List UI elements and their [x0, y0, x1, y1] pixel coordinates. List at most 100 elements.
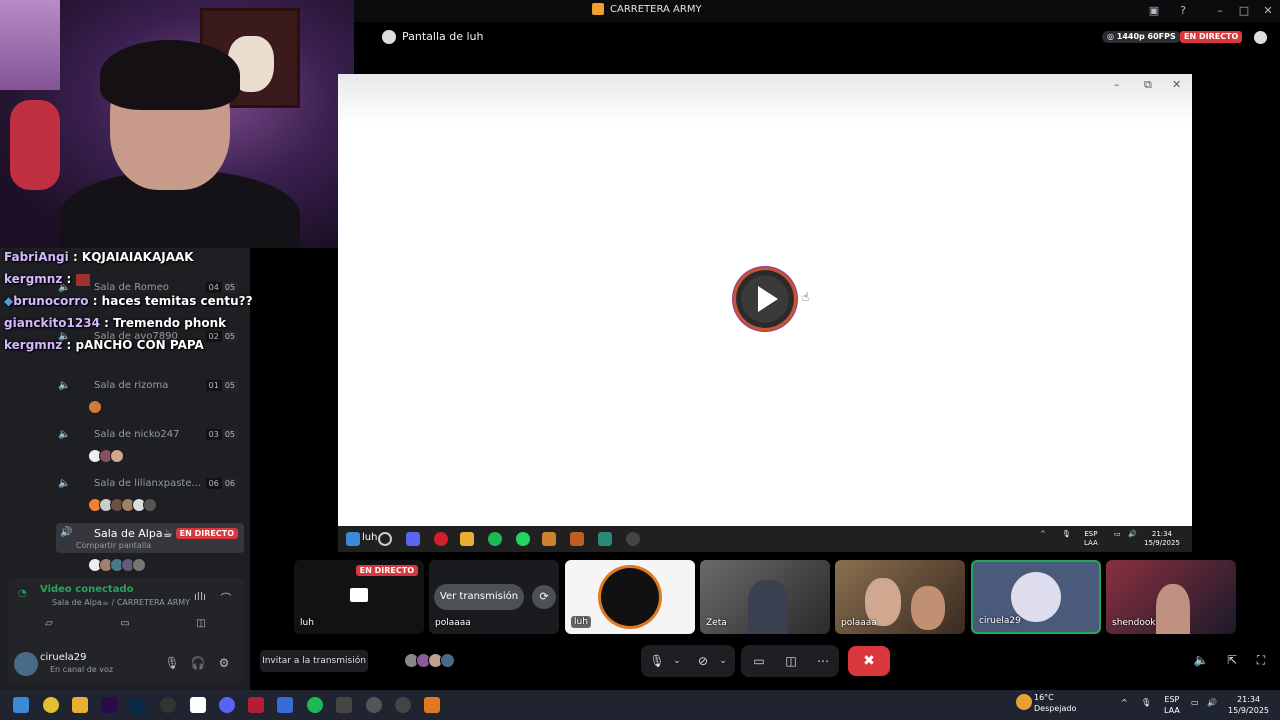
- app-icon[interactable]: [277, 697, 293, 713]
- camera-off-icon[interactable]: ⊘: [695, 653, 711, 669]
- spotify-icon[interactable]: [307, 697, 323, 713]
- weather-icon[interactable]: [1016, 694, 1032, 710]
- close-button[interactable]: ✕: [1260, 3, 1276, 19]
- weather-widget[interactable]: 16°C Despejado: [1034, 692, 1076, 714]
- activity-icon[interactable]: ◫: [783, 653, 799, 669]
- participant-tile[interactable]: EN DIRECTO luh: [294, 560, 424, 634]
- channel-members: [88, 558, 146, 574]
- participant-tile[interactable]: shendook: [1106, 560, 1236, 634]
- remote-player-icon: [626, 532, 640, 546]
- microphone-icon[interactable]: 🎙: [649, 653, 665, 669]
- voice-status[interactable]: Video conectado: [40, 584, 133, 595]
- clock[interactable]: 21:34 15/9/2025: [1228, 694, 1269, 716]
- vlc-icon[interactable]: [424, 697, 440, 713]
- participant-tile[interactable]: ciruela29: [971, 560, 1101, 634]
- avatar[interactable]: [110, 449, 124, 463]
- live-badge: EN DIRECTO: [175, 528, 238, 539]
- viewer-avatars[interactable]: [404, 653, 455, 668]
- noise-suppression-icon[interactable]: ıllı: [192, 590, 208, 606]
- emote-icon: [75, 273, 90, 286]
- tray-mic-icon[interactable]: 🎙: [1141, 697, 1151, 708]
- screen-share-icon[interactable]: ▭: [751, 653, 767, 669]
- live-badge: EN DIRECTO: [1180, 31, 1243, 43]
- reconnect-icon[interactable]: ⟳: [532, 585, 556, 609]
- screen-share-icon: [350, 588, 368, 602]
- participant-avatar: [1011, 572, 1061, 622]
- chevron-down-icon[interactable]: ⌄: [715, 653, 731, 669]
- inbox-icon[interactable]: ▣: [1146, 3, 1162, 19]
- chat-message: gianckito1234 : Tremendo phonk: [4, 316, 227, 330]
- remote-minimize-icon: –: [1114, 78, 1120, 91]
- more-options-icon[interactable]: ⋯: [815, 653, 831, 669]
- media-player-icon[interactable]: [395, 697, 411, 713]
- app-icon[interactable]: [248, 697, 264, 713]
- avatar[interactable]: [143, 498, 157, 512]
- minimize-button[interactable]: –: [1212, 3, 1228, 19]
- chrome-icon[interactable]: [43, 697, 59, 713]
- participant-video: [911, 586, 945, 630]
- user-name[interactable]: ciruela29: [40, 652, 87, 663]
- screen-share-icon[interactable]: ▭: [112, 618, 138, 636]
- disconnect-icon[interactable]: ⌒: [218, 590, 234, 606]
- participant-tile[interactable]: Zeta: [700, 560, 830, 634]
- play-icon[interactable]: [736, 270, 794, 328]
- voice-location[interactable]: Sala de Alpa☕ / CARRETERA ARMY: [52, 598, 190, 607]
- remote-volume-icon: 🔊: [1128, 530, 1137, 538]
- signal-icon[interactable]: ◔: [18, 588, 30, 600]
- app-icon[interactable]: [336, 697, 352, 713]
- avatar[interactable]: [88, 400, 102, 414]
- windows-taskbar: [0, 690, 1280, 720]
- hang-up-button[interactable]: ✖: [848, 646, 890, 676]
- photoshop-icon[interactable]: [130, 697, 146, 713]
- voice-status-panel: ◔ Video conectado Sala de Alpa☕ / CARRET…: [8, 578, 244, 644]
- camera-off-icon[interactable]: ▱: [36, 618, 62, 636]
- chevron-down-icon[interactable]: ⌄: [669, 653, 685, 669]
- app-icon[interactable]: [366, 697, 382, 713]
- user-status: En canal de voz: [50, 665, 114, 674]
- pop-out-icon[interactable]: ⇱: [1224, 653, 1240, 669]
- chat-icon[interactable]: [1254, 31, 1267, 44]
- channel-members: [88, 498, 157, 514]
- fullscreen-icon[interactable]: ⛶: [1253, 653, 1269, 669]
- activity-icon[interactable]: ◫: [188, 618, 214, 636]
- active-channel-sub: Compartir pantalla: [76, 541, 152, 550]
- channel-item[interactable]: 🔈 Sala de lilianxpaste... 06 06: [56, 474, 244, 494]
- help-icon[interactable]: ?: [1175, 3, 1191, 19]
- watch-stream-button[interactable]: Ver transmisión: [434, 584, 524, 610]
- chat-message: kergmnz : pANCHO CON PAPA: [4, 338, 204, 352]
- shared-screen[interactable]: – ⧉ ✕ ☝ luh ^ 🎙 ESP LAA ▭ 🔊 21:34 15/9/202…: [338, 74, 1192, 552]
- discord-icon[interactable]: [219, 697, 235, 713]
- remote-lang: ESP LAA: [1084, 530, 1098, 547]
- remote-opera-icon: [434, 532, 448, 546]
- settings-gear-icon[interactable]: ⚙: [216, 656, 232, 672]
- headphones-icon[interactable]: 🎧: [190, 656, 206, 672]
- webcam-overlay: [0, 0, 354, 248]
- participant-tile[interactable]: luh: [565, 560, 695, 634]
- notion-icon[interactable]: [190, 697, 206, 713]
- tray-chevron-icon[interactable]: ^: [1121, 697, 1128, 708]
- volume-icon[interactable]: 🔈: [1193, 653, 1209, 669]
- active-channel[interactable]: 🔊 Sala de Alpa☕ Compartir pantalla EN DI…: [56, 523, 244, 553]
- quality-badge[interactable]: ◎ 1440p 60FPS: [1102, 31, 1181, 43]
- microphone-icon[interactable]: 🎙: [164, 656, 180, 672]
- obs-icon[interactable]: [160, 697, 176, 713]
- server-logo-icon: [592, 3, 604, 15]
- title-bar: CARRETERA ARMY ▣ ? – □ ✕: [354, 0, 1280, 22]
- channel-members: [88, 449, 124, 465]
- premiere-icon[interactable]: [101, 697, 117, 713]
- user-avatar[interactable]: [14, 652, 38, 676]
- participant-tile[interactable]: polaaaa: [835, 560, 965, 634]
- channel-item[interactable]: 🔈 Sala de nicko247 03 05: [56, 425, 244, 445]
- file-explorer-icon[interactable]: [72, 697, 88, 713]
- remote-close-icon: ✕: [1172, 78, 1182, 91]
- maximize-button[interactable]: □: [1236, 3, 1252, 19]
- volume-tray-icon[interactable]: 🔊: [1207, 697, 1217, 708]
- language-indicator[interactable]: ESP LAA: [1164, 694, 1180, 716]
- invite-to-stream-button[interactable]: Invitar a la transmisión: [260, 650, 368, 672]
- network-icon[interactable]: ▭: [1191, 697, 1199, 708]
- channel-item[interactable]: 🔈 Sala de rizoma 01 05: [56, 376, 244, 396]
- windows-start-icon[interactable]: [13, 697, 29, 713]
- remote-network-icon: ▭: [1114, 530, 1121, 538]
- avatar[interactable]: [132, 558, 146, 572]
- channel-members: [88, 400, 102, 416]
